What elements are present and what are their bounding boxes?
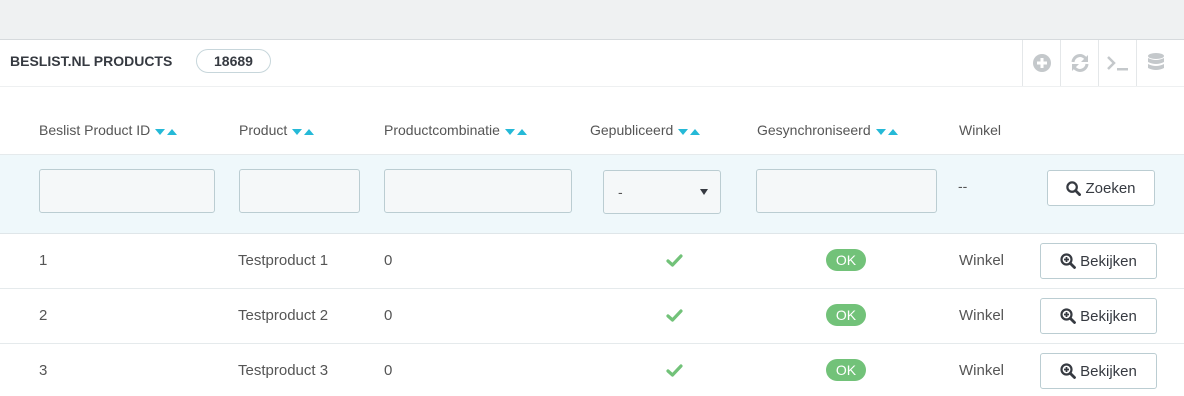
- column-label: Winkel: [959, 122, 1002, 138]
- export-button[interactable]: [1136, 40, 1174, 86]
- count-badge: 18689: [196, 49, 271, 73]
- cell-combination: 0: [384, 307, 393, 324]
- sort-desc-icon[interactable]: [875, 129, 886, 136]
- database-icon: [1146, 52, 1166, 74]
- sql-query-button[interactable]: [1098, 40, 1136, 86]
- refresh-icon: [1069, 53, 1091, 73]
- panel-title: BESLIST.NL PRODUCTS: [10, 53, 173, 69]
- sync-status-badge: OK: [826, 304, 866, 326]
- sort-asc-icon[interactable]: [167, 129, 178, 136]
- column-label: Product: [239, 122, 288, 138]
- cell-product: Testproduct 1: [238, 252, 329, 269]
- cell-id: 1: [39, 252, 48, 269]
- column-header-product: Product: [239, 121, 315, 140]
- sort-controls: [155, 121, 178, 139]
- column-label: Productcombinatie: [384, 122, 500, 138]
- sync-status-badge: OK: [826, 359, 866, 381]
- top-bar: [0, 0, 1184, 40]
- filter-gesynchroniseerd-input[interactable]: [756, 169, 937, 213]
- view-button-label: Bekijken: [1080, 252, 1137, 270]
- cell-shop: Winkel: [959, 362, 1005, 379]
- table-row[interactable]: 3 Testproduct 3 0 OK Winkel Bekijken: [0, 344, 1184, 396]
- cell-product: Testproduct 2: [238, 307, 329, 324]
- column-header-winkel: Winkel: [959, 121, 1001, 139]
- cell-product: Testproduct 3: [238, 362, 329, 379]
- view-button[interactable]: Bekijken: [1040, 243, 1157, 279]
- search-button[interactable]: Zoeken: [1047, 170, 1155, 206]
- terminal-icon: [1106, 54, 1130, 72]
- cell-combination: 0: [384, 362, 393, 379]
- column-header-gepubliceerd: Gepubliceerd: [590, 121, 701, 140]
- sort-desc-icon[interactable]: [678, 129, 689, 136]
- search-icon: [1066, 180, 1082, 196]
- sort-desc-icon[interactable]: [504, 129, 515, 136]
- view-button-label: Bekijken: [1080, 362, 1137, 380]
- panel-toolbar: [1022, 40, 1184, 86]
- view-button[interactable]: Bekijken: [1040, 353, 1157, 389]
- column-header-beslist-product-id: Beslist Product ID: [39, 121, 178, 140]
- sort-controls: [875, 121, 898, 139]
- check-icon: [666, 364, 683, 380]
- sort-controls: [678, 121, 701, 139]
- table-row[interactable]: 1 Testproduct 1 0 OK Winkel Bekijken: [0, 234, 1184, 289]
- panel-heading: BESLIST.NL PRODUCTS 18689: [0, 40, 1184, 87]
- sort-desc-icon[interactable]: [155, 129, 166, 136]
- table-header-row: Beslist Product ID Product Productcombin…: [0, 87, 1184, 155]
- zoom-in-icon: [1060, 363, 1077, 379]
- select-value: -: [618, 184, 623, 200]
- cell-id: 2: [39, 307, 48, 324]
- search-button-label: Zoeken: [1085, 179, 1136, 197]
- sort-asc-icon[interactable]: [690, 129, 701, 136]
- add-new-button[interactable]: [1022, 40, 1060, 86]
- column-label: Gepubliceerd: [590, 122, 674, 138]
- refresh-button[interactable]: [1060, 40, 1098, 86]
- sort-controls: [292, 121, 315, 139]
- zoom-in-icon: [1060, 253, 1077, 269]
- filter-product-input[interactable]: [239, 169, 360, 213]
- filter-gepubliceerd-select[interactable]: -: [603, 170, 721, 214]
- table-row[interactable]: 2 Testproduct 2 0 OK Winkel Bekijken: [0, 289, 1184, 344]
- view-button-label: Bekijken: [1080, 307, 1137, 325]
- zoom-in-icon: [1060, 308, 1077, 324]
- filter-productcombinatie-input[interactable]: [384, 169, 572, 213]
- sort-asc-icon[interactable]: [516, 129, 527, 136]
- check-icon: [666, 309, 683, 325]
- sort-asc-icon[interactable]: [304, 129, 315, 136]
- filter-row: - --: [0, 155, 1184, 234]
- add-icon: [1032, 53, 1052, 73]
- caret-down-icon: [700, 189, 708, 195]
- filter-beslist-product-id-input[interactable]: [39, 169, 215, 213]
- column-label: Beslist Product ID: [39, 122, 151, 138]
- view-button[interactable]: Bekijken: [1040, 298, 1157, 334]
- column-header-productcombinatie: Productcombinatie: [384, 121, 527, 140]
- check-icon: [666, 254, 683, 270]
- sync-status-badge: OK: [826, 249, 866, 271]
- sort-controls: [504, 121, 527, 139]
- cell-shop: Winkel: [959, 307, 1005, 324]
- cell-id: 3: [39, 362, 48, 379]
- column-header-gesynchroniseerd: Gesynchroniseerd: [757, 121, 898, 140]
- sort-desc-icon[interactable]: [292, 129, 303, 136]
- column-label: Gesynchroniseerd: [757, 122, 871, 138]
- filter-winkel-placeholder: --: [958, 178, 968, 194]
- cell-combination: 0: [384, 252, 393, 269]
- cell-shop: Winkel: [959, 252, 1005, 269]
- sort-asc-icon[interactable]: [887, 129, 898, 136]
